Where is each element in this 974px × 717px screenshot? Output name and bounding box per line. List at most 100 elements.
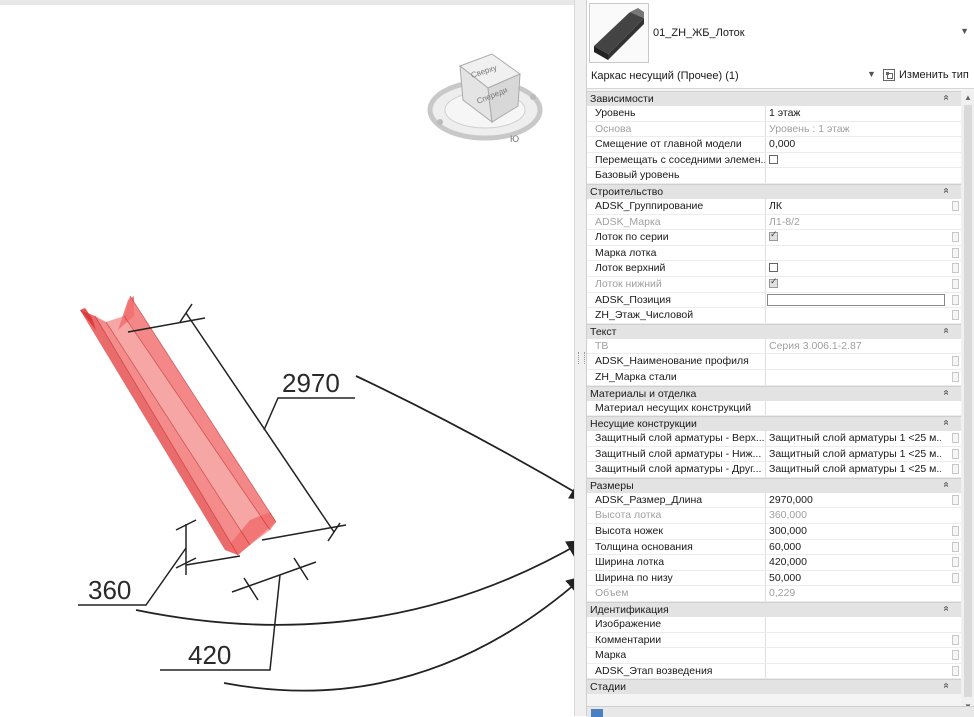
- property-row[interactable]: ZH_Марка стали: [587, 369, 961, 386]
- property-value[interactable]: Защитный слой арматуры 1 <25 м...: [769, 463, 941, 475]
- property-row[interactable]: Лоток по серии: [587, 230, 961, 246]
- property-row[interactable]: Уровень 1 этаж: [587, 106, 961, 122]
- property-row[interactable]: ТВ Серия 3.006.1-2.87: [587, 338, 961, 355]
- column-divider: [765, 308, 766, 323]
- associate-parameter-button[interactable]: [952, 247, 959, 258]
- property-group-header[interactable]: Материалы и отделка »: [587, 385, 961, 401]
- property-group-header[interactable]: Текст »: [587, 323, 961, 339]
- property-row[interactable]: ADSK_Наименование профиля: [587, 354, 961, 370]
- property-group-header[interactable]: Строительство »: [587, 183, 961, 199]
- scrollbar-thumb[interactable]: [964, 105, 972, 697]
- property-row[interactable]: Лоток верхний: [587, 261, 961, 277]
- associate-parameter-button[interactable]: [952, 356, 959, 367]
- properties-scrollbar[interactable]: ▲ ▼: [961, 91, 974, 711]
- associate-parameter-button[interactable]: [952, 371, 959, 382]
- associate-parameter-button[interactable]: [952, 294, 959, 305]
- property-group-header[interactable]: Идентификация »: [587, 602, 961, 618]
- property-row[interactable]: ZH_Этаж_Числовой: [587, 308, 961, 324]
- property-row[interactable]: Перемещать с соседними элемен...: [587, 152, 961, 169]
- property-value[interactable]: 420,000: [769, 556, 941, 568]
- associate-parameter-button[interactable]: [952, 572, 959, 583]
- associate-parameter-button[interactable]: [952, 557, 959, 568]
- property-value[interactable]: Защитный слой арматуры 1 <25 м...: [769, 448, 941, 460]
- property-row[interactable]: Защитный слой арматуры - Друг... Защитный…: [587, 462, 961, 478]
- associate-parameter-button[interactable]: [952, 494, 959, 505]
- property-row[interactable]: Ширина лотка 420,000: [587, 555, 961, 571]
- property-group-header[interactable]: Несущие конструкции »: [587, 416, 961, 432]
- associate-parameter-button[interactable]: [952, 448, 959, 459]
- associate-parameter-button[interactable]: [952, 634, 959, 645]
- property-row[interactable]: Высота ножек 300,000: [587, 524, 961, 540]
- property-row[interactable]: Ширина по низу 50,000: [587, 570, 961, 587]
- splitter-grip[interactable]: [578, 352, 585, 364]
- collapse-icon[interactable]: »: [941, 683, 952, 689]
- dimension-width[interactable]: [160, 557, 317, 671]
- property-row[interactable]: ADSK_Позиция: [587, 292, 961, 309]
- property-value[interactable]: 0,000: [769, 138, 941, 150]
- property-row[interactable]: Высота лотка 360,000: [587, 508, 961, 525]
- chevron-down-icon[interactable]: ▼: [867, 69, 876, 79]
- associate-parameter-button[interactable]: [952, 310, 959, 321]
- property-row[interactable]: Изображение: [587, 617, 961, 633]
- property-group-name: Стадии: [590, 681, 626, 694]
- associate-parameter-button[interactable]: [952, 232, 959, 243]
- property-value[interactable]: 50,000: [769, 572, 941, 584]
- property-value[interactable]: 2970,000: [769, 494, 941, 506]
- property-row[interactable]: ADSK_Группирование ЛК: [587, 198, 961, 215]
- property-value-input[interactable]: [767, 293, 945, 306]
- collapse-icon[interactable]: »: [941, 95, 952, 101]
- associate-parameter-button[interactable]: [952, 278, 959, 289]
- property-row[interactable]: Марка лотка: [587, 245, 961, 262]
- associate-parameter-button[interactable]: [952, 433, 959, 444]
- chevron-down-icon[interactable]: ▼: [960, 26, 969, 36]
- property-value[interactable]: Защитный слой арматуры 1 <25 м...: [769, 432, 941, 444]
- property-row[interactable]: Толщина основания 60,000: [587, 539, 961, 556]
- associate-parameter-button[interactable]: [952, 526, 959, 537]
- associate-parameter-button[interactable]: [952, 650, 959, 661]
- tray-element-selected[interactable]: [80, 295, 277, 556]
- property-row[interactable]: Смещение от главной модели 0,000: [587, 137, 961, 153]
- associate-parameter-button[interactable]: [952, 541, 959, 552]
- edit-type-button[interactable]: Изменить тип: [883, 69, 969, 81]
- property-row[interactable]: ADSK_Размер_Длина 2970,000: [587, 492, 961, 509]
- property-value[interactable]: 300,000: [769, 525, 941, 537]
- type-selector[interactable]: 01_ZH_ЖБ_Лоток ▼: [587, 0, 974, 67]
- property-row[interactable]: Базовый уровень: [587, 168, 961, 184]
- column-divider: [765, 245, 766, 261]
- property-checkbox[interactable]: [769, 154, 778, 164]
- property-group-header[interactable]: Размеры »: [587, 477, 961, 493]
- collapse-icon[interactable]: »: [941, 327, 952, 333]
- associate-parameter-button[interactable]: [952, 200, 959, 211]
- collapse-icon[interactable]: »: [941, 606, 952, 612]
- property-row[interactable]: Защитный слой арматуры - Верх... Защитный…: [587, 431, 961, 447]
- viewport-canvas[interactable]: Сверху Спереди Ю 2970 360 420: [0, 0, 586, 716]
- property-value[interactable]: 1 этаж: [769, 107, 941, 119]
- property-row[interactable]: Марка: [587, 648, 961, 664]
- collapse-icon[interactable]: »: [941, 389, 952, 395]
- associate-parameter-button[interactable]: [952, 665, 959, 676]
- associate-parameter-button[interactable]: [952, 263, 959, 274]
- property-group-header[interactable]: Зависимости »: [587, 91, 961, 106]
- property-row[interactable]: Лоток нижний: [587, 276, 961, 293]
- property-value[interactable]: 60,000: [769, 541, 941, 553]
- property-row[interactable]: Основа Уровень : 1 этаж: [587, 121, 961, 138]
- collapse-icon[interactable]: »: [941, 482, 952, 488]
- 3d-viewport[interactable]: Сверху Спереди Ю 2970 360 420: [0, 0, 586, 716]
- property-row[interactable]: Объем 0,229: [587, 586, 961, 603]
- property-row[interactable]: ADSK_Марка Л1-8/2: [587, 214, 961, 231]
- viewcube[interactable]: Сверху Спереди Ю: [427, 53, 543, 144]
- scroll-up-icon[interactable]: ▲: [964, 93, 972, 102]
- property-row[interactable]: Комментарии: [587, 632, 961, 649]
- property-checkbox[interactable]: [769, 230, 778, 242]
- element-filter-dropdown[interactable]: Каркас несущий (Прочее) (1): [591, 70, 877, 84]
- property-row[interactable]: Материал несущих конструкций: [587, 400, 961, 417]
- viewcube-compass-south[interactable]: Ю: [510, 134, 519, 144]
- property-group-header[interactable]: Стадии »: [587, 679, 961, 695]
- property-checkbox[interactable]: [769, 263, 778, 273]
- collapse-icon[interactable]: »: [941, 420, 952, 426]
- collapse-icon[interactable]: »: [941, 188, 952, 194]
- property-row[interactable]: Защитный слой арматуры - Ниж... Защитный …: [587, 446, 961, 463]
- property-row[interactable]: ADSK_Этап возведения: [587, 663, 961, 680]
- associate-parameter-button[interactable]: [952, 464, 959, 475]
- property-value[interactable]: ЛК: [769, 200, 941, 212]
